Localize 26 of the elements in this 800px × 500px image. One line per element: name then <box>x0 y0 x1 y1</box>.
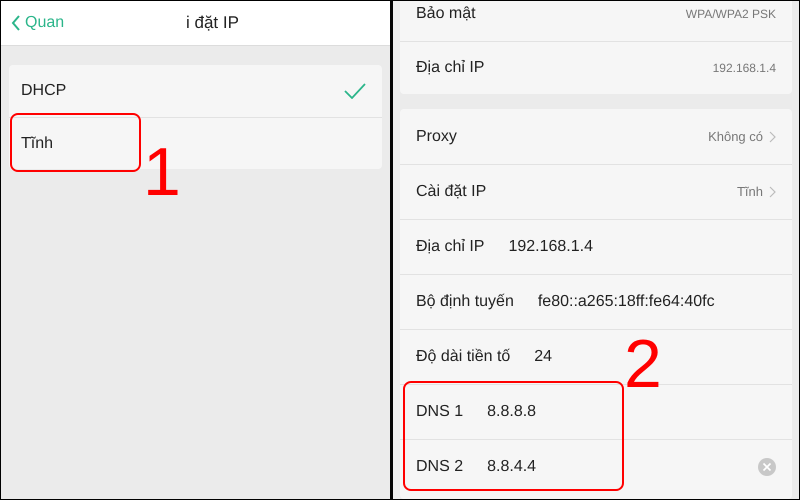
setting-value: 192.168.1.4 <box>712 60 776 77</box>
setting-label: Địa chỉ IP <box>416 237 484 257</box>
step-number: 2 <box>624 330 662 398</box>
setting-label: Địa chỉ IP <box>416 58 484 78</box>
setting-label: Bảo mật <box>416 4 476 24</box>
back-icon <box>11 15 21 31</box>
input-field[interactable]: 8.8.8.8 <box>487 400 536 424</box>
input-field[interactable]: 8.8.4.4 <box>487 455 536 479</box>
screen-title: i đặt IP <box>186 12 239 34</box>
setting-label: Proxy <box>416 126 457 146</box>
setting-label: Độ dài tiền tố <box>416 347 510 367</box>
chevron-icon <box>769 130 776 142</box>
chevron-icon <box>769 186 776 198</box>
clear-icon[interactable] <box>758 458 776 476</box>
setting-label: Cài đặt IP <box>416 182 486 202</box>
setting-value[interactable]: Không có <box>708 126 776 146</box>
setting-value[interactable]: Tĩnh <box>736 182 776 202</box>
input-field[interactable]: 192.168.1.4 <box>508 235 593 259</box>
check-icon <box>344 83 366 99</box>
setting-label: DNS 1 <box>416 402 464 422</box>
option-item[interactable]: DHCP <box>9 65 382 117</box>
input-field[interactable]: 24 <box>534 345 552 369</box>
setting-value: WPA/WPA2 PSK <box>686 6 776 23</box>
setting-label: Bộ định tuyến <box>416 292 514 312</box>
input-field[interactable]: fe80::a265:18ff:fe64:40fc <box>538 290 715 314</box>
setting-label: DNS 2 <box>416 457 464 477</box>
